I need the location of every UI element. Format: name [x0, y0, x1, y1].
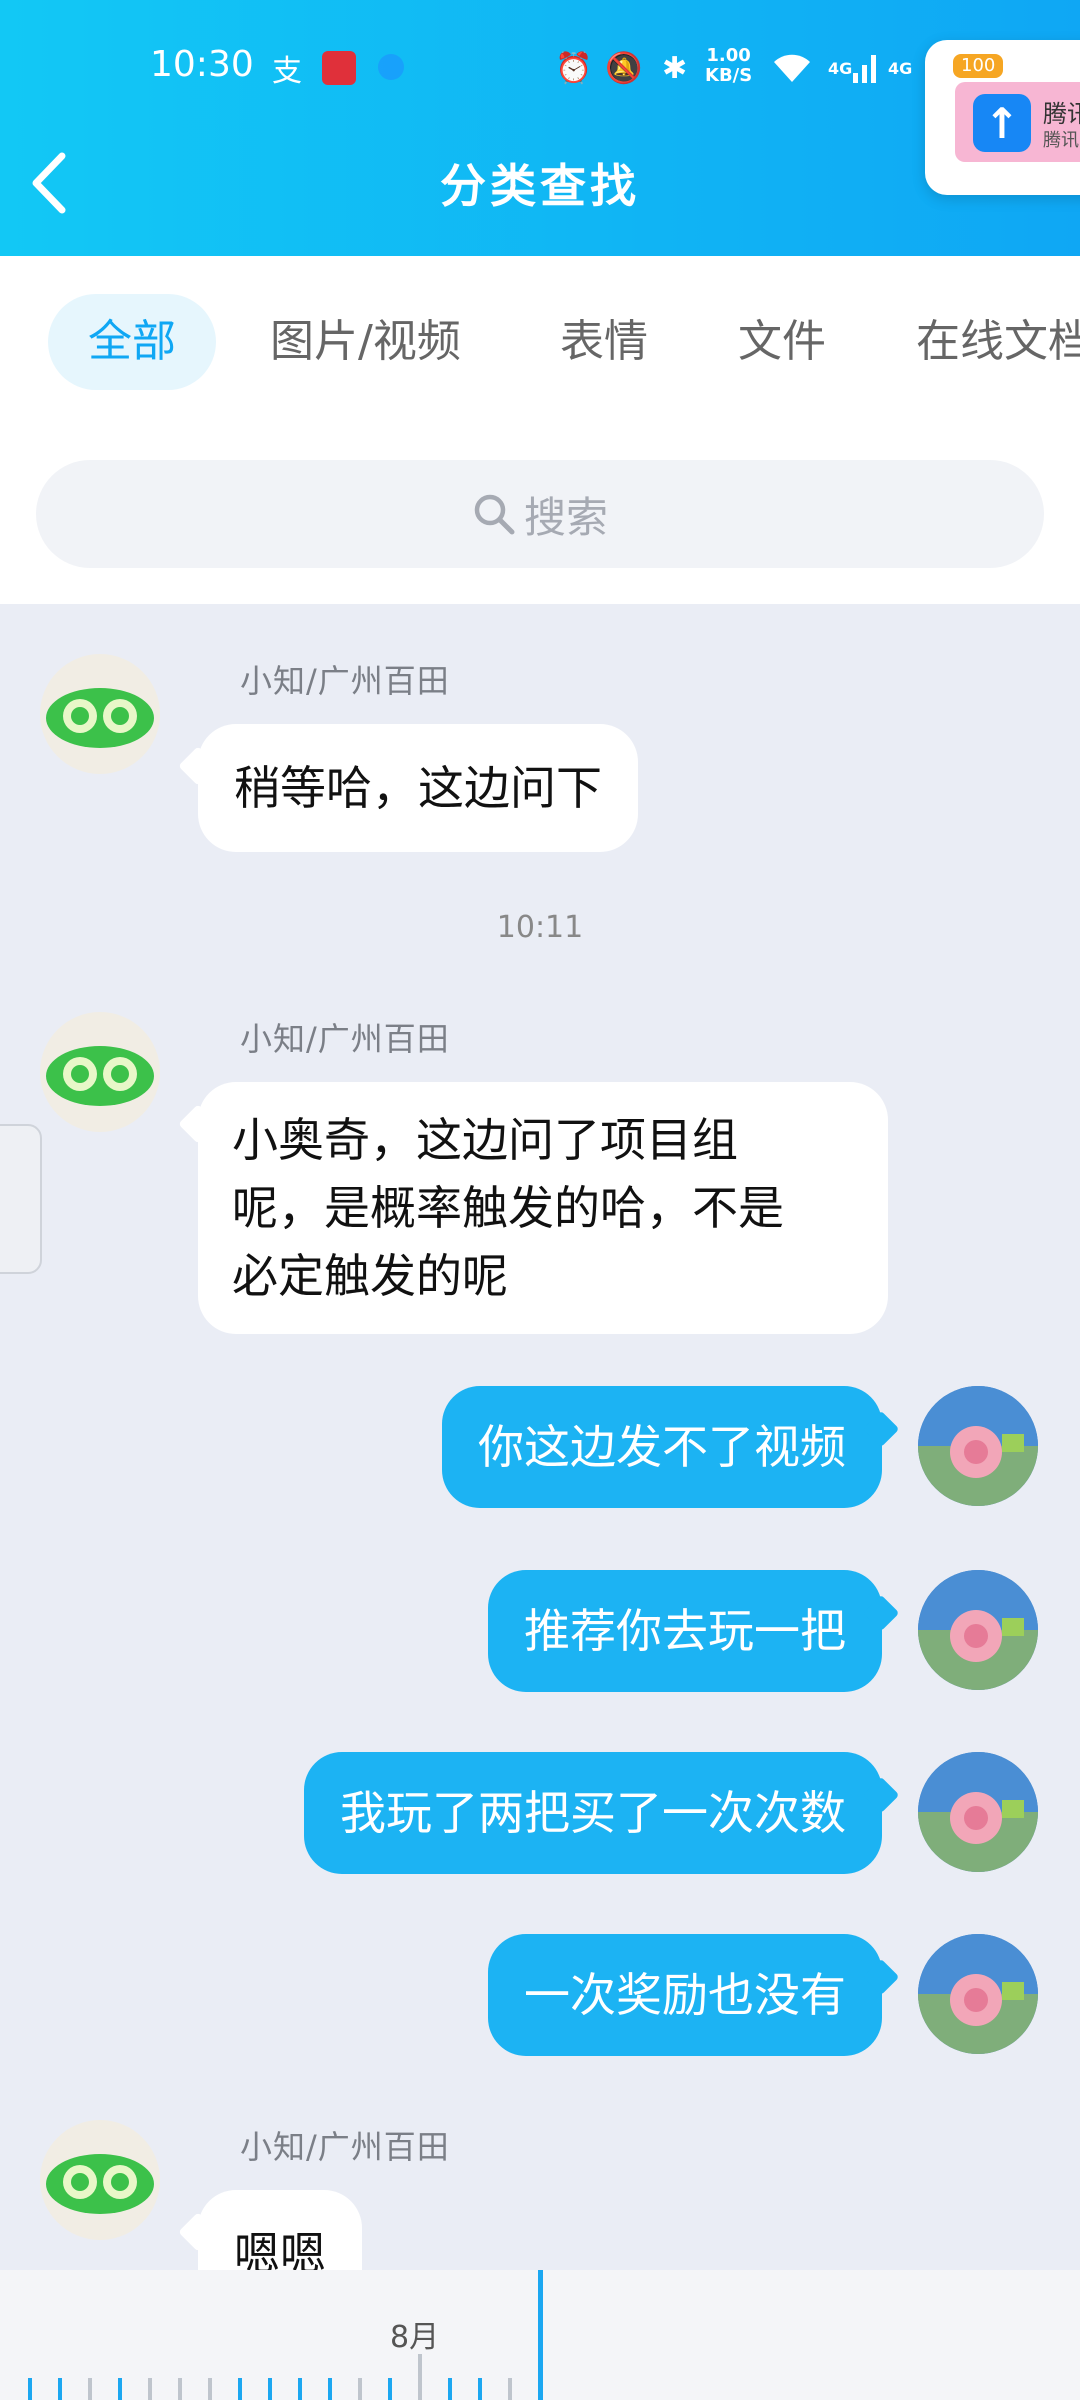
contact-avatar[interactable]	[40, 654, 160, 774]
message-bubble[interactable]: 嗯嗯	[198, 2190, 362, 2270]
message-text: 一次奖励也没有	[524, 1968, 846, 2022]
speed-unit: KB/S	[705, 65, 753, 86]
floating-widget-title: 腾讯	[1043, 100, 1080, 128]
message-text: 稍等哈，这边问下	[234, 761, 602, 815]
speed-value: 1.00	[706, 45, 751, 66]
message-text: 嗯嗯	[234, 2227, 326, 2270]
message-text: 你这边发不了视频	[478, 1420, 846, 1474]
timeline-tick	[148, 2378, 152, 2400]
timeline-tick	[88, 2378, 92, 2400]
timeline-cursor[interactable]	[538, 2270, 543, 2400]
status-time: 10:30	[150, 44, 254, 85]
signal-1-label: 4G	[828, 58, 853, 78]
tencent-app-icon: ↑	[973, 94, 1031, 152]
contact-avatar[interactable]	[40, 1012, 160, 1132]
message-bubble[interactable]: 小奥奇，这边问了项目组 呢，是概率触发的哈，不是 必定触发的呢	[198, 1082, 888, 1334]
app-notification-icon	[378, 54, 404, 80]
tab-images-videos[interactable]: 图片/视频	[270, 294, 461, 390]
snail-avatar-icon	[918, 1570, 1038, 1690]
tab-stickers[interactable]: 表情	[560, 294, 648, 390]
snail-avatar-icon	[918, 1752, 1038, 1872]
tab-all[interactable]: 全部	[48, 294, 216, 390]
timeline-tick	[388, 2378, 392, 2400]
contact-avatar[interactable]	[40, 2120, 160, 2240]
signal-2-icon: 4G	[888, 48, 912, 88]
timeline-tick	[418, 2354, 422, 2400]
tab-files[interactable]: 文件	[738, 294, 826, 390]
timeline-tick	[448, 2378, 452, 2400]
service-logo-icon	[46, 2154, 154, 2214]
message-timestamp: 10:11	[496, 910, 584, 945]
network-speed: 1.00 KB/S	[705, 46, 752, 86]
message-text: 推荐你去玩一把	[524, 1604, 846, 1658]
alipay-icon: 支	[272, 54, 302, 89]
timeline-tick	[328, 2378, 332, 2400]
search-icon	[474, 494, 515, 535]
timeline-tick	[358, 2378, 362, 2400]
floating-widget-card: ↑ 腾讯 腾讯	[955, 82, 1080, 162]
timeline-tick	[508, 2378, 512, 2400]
signal-1-icon: 4G	[828, 48, 878, 88]
date-timeline-scrubber[interactable]: 8月	[0, 2270, 1080, 2400]
message-bubble-sent[interactable]: 你这边发不了视频	[442, 1386, 882, 1508]
sender-name: 小知/广州百田	[240, 1020, 450, 1058]
filter-area: 全部 图片/视频 表情 文件 在线文档 搜索	[0, 256, 1080, 604]
timeline-tick	[58, 2378, 62, 2400]
service-logo-icon	[46, 688, 154, 748]
message-bubble-sent[interactable]: 我玩了两把买了一次次数	[304, 1752, 882, 1874]
service-logo-icon	[46, 1046, 154, 1106]
side-drawer-handle[interactable]	[0, 1124, 42, 1274]
app-header: 10:30 支 ⏰ 🔕 ✱ 1.00 KB/S 4G 4G 分类查找	[0, 0, 1080, 256]
my-avatar[interactable]	[918, 1752, 1038, 1872]
timeline-tick	[208, 2378, 212, 2400]
sender-name: 小知/广州百田	[240, 2128, 450, 2166]
screen-record-icon	[322, 51, 356, 85]
bluetooth-icon: ✱	[662, 50, 688, 86]
timeline-tick	[28, 2378, 32, 2400]
snail-avatar-icon	[918, 1386, 1038, 1506]
mute-icon: 🔕	[605, 50, 643, 86]
sender-name: 小知/广州百田	[240, 662, 450, 700]
floating-widget-badge: 100	[953, 54, 1004, 78]
timeline-month-label: 8月	[390, 2320, 440, 2355]
signal-2-label: 4G	[888, 58, 913, 78]
message-line: 必定触发的呢	[232, 1249, 508, 1303]
floating-app-widget[interactable]: ↑ 腾讯 腾讯 100	[925, 40, 1080, 195]
message-line: 小奥奇，这边问了项目组	[232, 1113, 738, 1167]
search-input[interactable]: 搜索	[36, 460, 1044, 568]
message-line: 呢，是概率触发的哈，不是	[232, 1181, 784, 1235]
alarm-icon: ⏰	[555, 50, 593, 86]
my-avatar[interactable]	[918, 1570, 1038, 1690]
timeline-tick	[178, 2378, 182, 2400]
timeline-tick	[238, 2378, 242, 2400]
wifi-icon	[772, 48, 812, 88]
my-avatar[interactable]	[918, 1934, 1038, 2054]
timeline-tick	[298, 2378, 302, 2400]
timeline-tick	[268, 2378, 272, 2400]
chat-history[interactable]: 小知/广州百田 稍等哈，这边问下 10:11 小知/广州百田 小奥奇，这边问了项…	[0, 604, 1080, 2270]
status-bar: 10:30 支 ⏰ 🔕 ✱ 1.00 KB/S 4G 4G	[0, 40, 1080, 96]
tab-online-docs[interactable]: 在线文档	[916, 294, 1080, 390]
search-placeholder: 搜索	[523, 492, 608, 542]
message-text: 我玩了两把买了一次次数	[340, 1786, 846, 1840]
message-bubble[interactable]: 稍等哈，这边问下	[198, 724, 638, 852]
timeline-tick	[118, 2378, 122, 2400]
message-bubble-sent[interactable]: 推荐你去玩一把	[488, 1570, 882, 1692]
snail-avatar-icon	[918, 1934, 1038, 2054]
page-title: 分类查找	[440, 159, 640, 213]
floating-widget-subtitle: 腾讯	[1043, 130, 1079, 151]
my-avatar[interactable]	[918, 1386, 1038, 1506]
message-bubble-sent[interactable]: 一次奖励也没有	[488, 1934, 882, 2056]
timeline-tick	[478, 2378, 482, 2400]
